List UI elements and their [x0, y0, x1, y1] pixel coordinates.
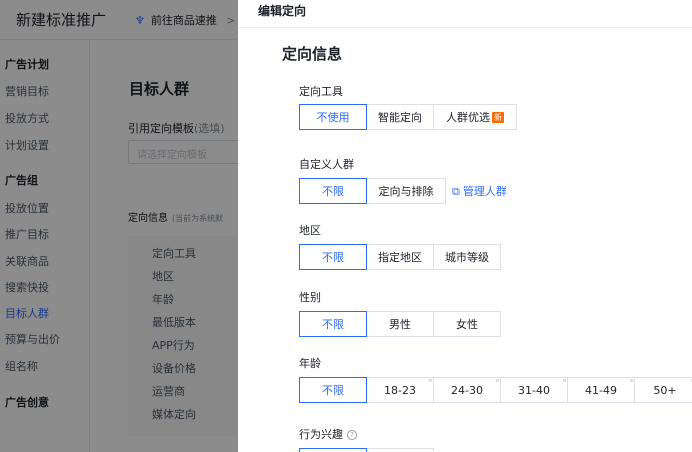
custom-audience-option-unlimited[interactable]: 不限: [299, 178, 367, 204]
corner-mark: [429, 379, 432, 382]
age-option-41-49[interactable]: 41-49: [567, 377, 635, 403]
age-option-18-23[interactable]: 18-23: [366, 377, 434, 403]
tools-option-audience-pick[interactable]: 人群优选新: [433, 104, 517, 130]
manage-audience-link[interactable]: ⧉ 管理人群: [452, 183, 507, 199]
drawer-title: 编辑定向: [258, 4, 307, 18]
section-title: 定向信息: [282, 45, 343, 63]
age-option-label: 50+: [653, 383, 677, 397]
gender-segment: 不限 男性 女性: [299, 311, 501, 337]
age-option-unlimited[interactable]: 不限: [299, 377, 367, 403]
region-label: 地区: [299, 224, 321, 237]
new-badge: 新: [492, 111, 504, 123]
custom-audience-label: 自定义人群: [299, 158, 354, 171]
age-option-label: 31-40: [518, 383, 550, 397]
tools-option-none[interactable]: 不使用: [299, 104, 367, 130]
age-option-24-30[interactable]: 24-30: [433, 377, 501, 403]
interest-label-text: 行为兴趣: [299, 428, 343, 441]
manage-audience-label: 管理人群: [462, 185, 507, 198]
gender-option-unlimited[interactable]: 不限: [299, 311, 367, 337]
gender-option-female[interactable]: 女性: [433, 311, 501, 337]
gender-label: 性别: [299, 291, 321, 304]
interest-option-custom[interactable]: [366, 448, 434, 452]
age-segment: 不限 18-23 24-30 31-40 41-49 50+: [299, 377, 692, 403]
corner-mark: [630, 379, 633, 382]
external-link-icon: ⧉: [452, 185, 460, 198]
gender-option-male[interactable]: 男性: [366, 311, 434, 337]
region-segment: 不限 指定地区 城市等级: [299, 244, 501, 270]
custom-audience-segment: 不限 定向与排除: [299, 178, 446, 204]
custom-audience-option-include-exclude[interactable]: 定向与排除: [366, 178, 446, 204]
region-option-city-level[interactable]: 城市等级: [433, 244, 501, 270]
age-option-label: 24-30: [451, 383, 483, 397]
help-icon[interactable]: ?: [347, 430, 357, 440]
age-option-31-40[interactable]: 31-40: [500, 377, 568, 403]
corner-mark: [496, 379, 499, 382]
age-option-label: 41-49: [585, 383, 617, 397]
corner-mark: [563, 379, 566, 382]
age-option-label: 18-23: [384, 383, 416, 397]
drawer-header: 编辑定向: [238, 0, 692, 28]
tools-option-audience-pick-label: 人群优选: [446, 111, 490, 124]
tools-label: 定向工具: [299, 85, 343, 98]
edit-targeting-drawer: 编辑定向 定向信息 定向工具 不使用 智能定向 人群优选新 自定义人群 不限 定…: [238, 0, 692, 452]
interest-option-unlimited[interactable]: [299, 448, 367, 452]
age-label: 年龄: [299, 357, 321, 370]
interest-segment-partial: [299, 448, 434, 452]
region-option-specified[interactable]: 指定地区: [366, 244, 434, 270]
region-option-unlimited[interactable]: 不限: [299, 244, 367, 270]
age-option-50-plus[interactable]: 50+: [634, 377, 692, 403]
tools-option-smart[interactable]: 智能定向: [366, 104, 434, 130]
drawer-body: 定向信息 定向工具 不使用 智能定向 人群优选新 自定义人群 不限 定向与排除 …: [238, 28, 692, 452]
tools-segment: 不使用 智能定向 人群优选新: [299, 104, 517, 130]
interest-label: 行为兴趣?: [299, 426, 357, 442]
